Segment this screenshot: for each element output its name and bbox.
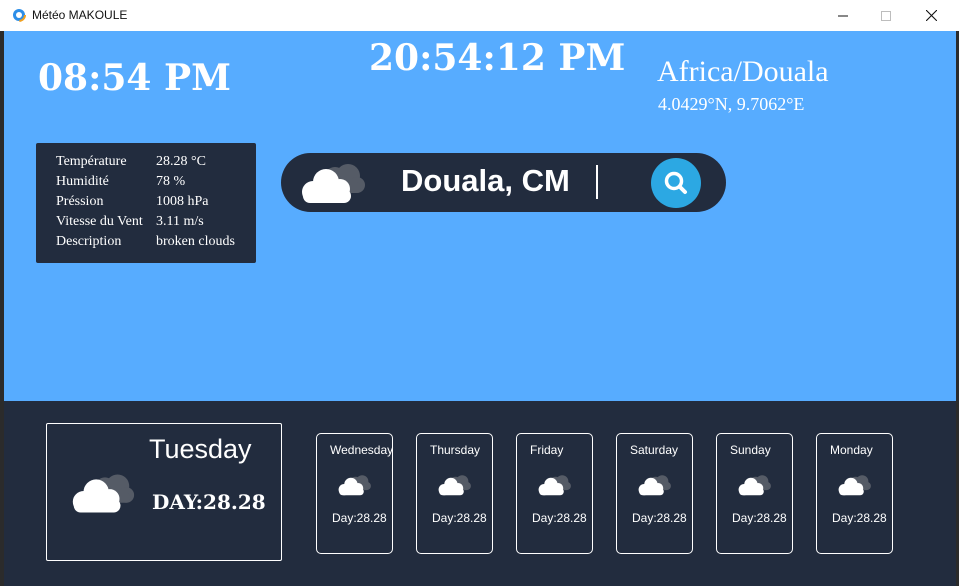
detail-value: 1008 hPa <box>156 194 209 209</box>
minimize-button[interactable] <box>820 0 866 31</box>
search-icon <box>664 171 687 194</box>
forecast-temp: Day:28.28 <box>432 511 487 525</box>
forecast-day: Monday <box>830 443 873 457</box>
detail-label: Description <box>56 234 122 249</box>
today-forecast-card: Tuesday DAY:28.28 <box>46 423 282 561</box>
cloud-icon <box>302 164 365 203</box>
forecast-day: Thursday <box>430 443 481 457</box>
forecast-temp: Day:28.28 <box>632 511 687 525</box>
minimize-icon <box>838 15 848 16</box>
forecast-card: Monday Day:28.28 <box>816 433 893 554</box>
detail-label: Température <box>56 154 127 169</box>
forecast-card: Thursday Day:28.28 <box>416 433 493 554</box>
weather-details-box: Température 28.28 °C Humidité 78 % Préss… <box>36 143 256 263</box>
cloud-icon <box>738 475 771 496</box>
cloud-icon <box>838 475 871 496</box>
detail-value: 78 % <box>156 174 186 189</box>
cloud-icon <box>538 475 571 496</box>
digital-clock: 20:54:12 PM <box>369 37 626 79</box>
cloud-icon <box>72 474 135 513</box>
today-temperature: DAY:28.28 <box>152 490 266 514</box>
text-caret <box>596 165 598 199</box>
detail-value: broken clouds <box>156 234 235 249</box>
forecast-card: Saturday Day:28.28 <box>616 433 693 554</box>
forecast-temp: Day:28.28 <box>832 511 887 525</box>
forecast-day: Friday <box>530 443 564 457</box>
city-search-input[interactable] <box>401 159 641 203</box>
forecast-temp: Day:28.28 <box>332 511 387 525</box>
maximize-icon <box>881 10 891 21</box>
detail-value: 28.28 °C <box>156 154 206 169</box>
forecast-card: Sunday Day:28.28 <box>716 433 793 554</box>
detail-label: Humidité <box>56 174 109 189</box>
forecast-day: Sunday <box>730 443 771 457</box>
today-day-label: Tuesday <box>149 434 252 464</box>
close-button[interactable] <box>908 0 954 31</box>
forecast-day: Wednesday <box>330 443 394 457</box>
close-icon <box>925 10 937 21</box>
local-time: 08:54 PM <box>38 57 231 99</box>
search-bar <box>281 153 726 212</box>
detail-label: Préssion <box>56 194 104 209</box>
forecast-panel: Tuesday DAY:28.28 Wednesday Day:28.28 Th… <box>4 401 956 586</box>
weather-header-panel: 08:54 PM 20:54:12 PM Africa/Douala 4.042… <box>4 31 956 401</box>
cloud-icon <box>638 475 671 496</box>
detail-value: 3.11 m/s <box>156 214 204 229</box>
window-title: Météo MAKOULE <box>32 8 128 22</box>
search-button[interactable] <box>651 158 701 208</box>
window-titlebar: Météo MAKOULE <box>0 0 959 31</box>
cloud-icon <box>438 475 471 496</box>
forecast-card: Friday Day:28.28 <box>516 433 593 554</box>
maximize-button[interactable] <box>863 0 909 31</box>
timezone-label: Africa/Douala <box>657 55 829 88</box>
detail-label: Vitesse du Vent <box>56 214 143 229</box>
coordinates-label: 4.0429°N, 9.7062°E <box>658 94 805 114</box>
app-logo-icon <box>12 8 26 22</box>
forecast-card: Wednesday Day:28.28 <box>316 433 393 554</box>
forecast-day: Saturday <box>630 443 679 457</box>
forecast-temp: Day:28.28 <box>732 511 787 525</box>
forecast-temp: Day:28.28 <box>532 511 587 525</box>
cloud-icon <box>338 475 371 496</box>
